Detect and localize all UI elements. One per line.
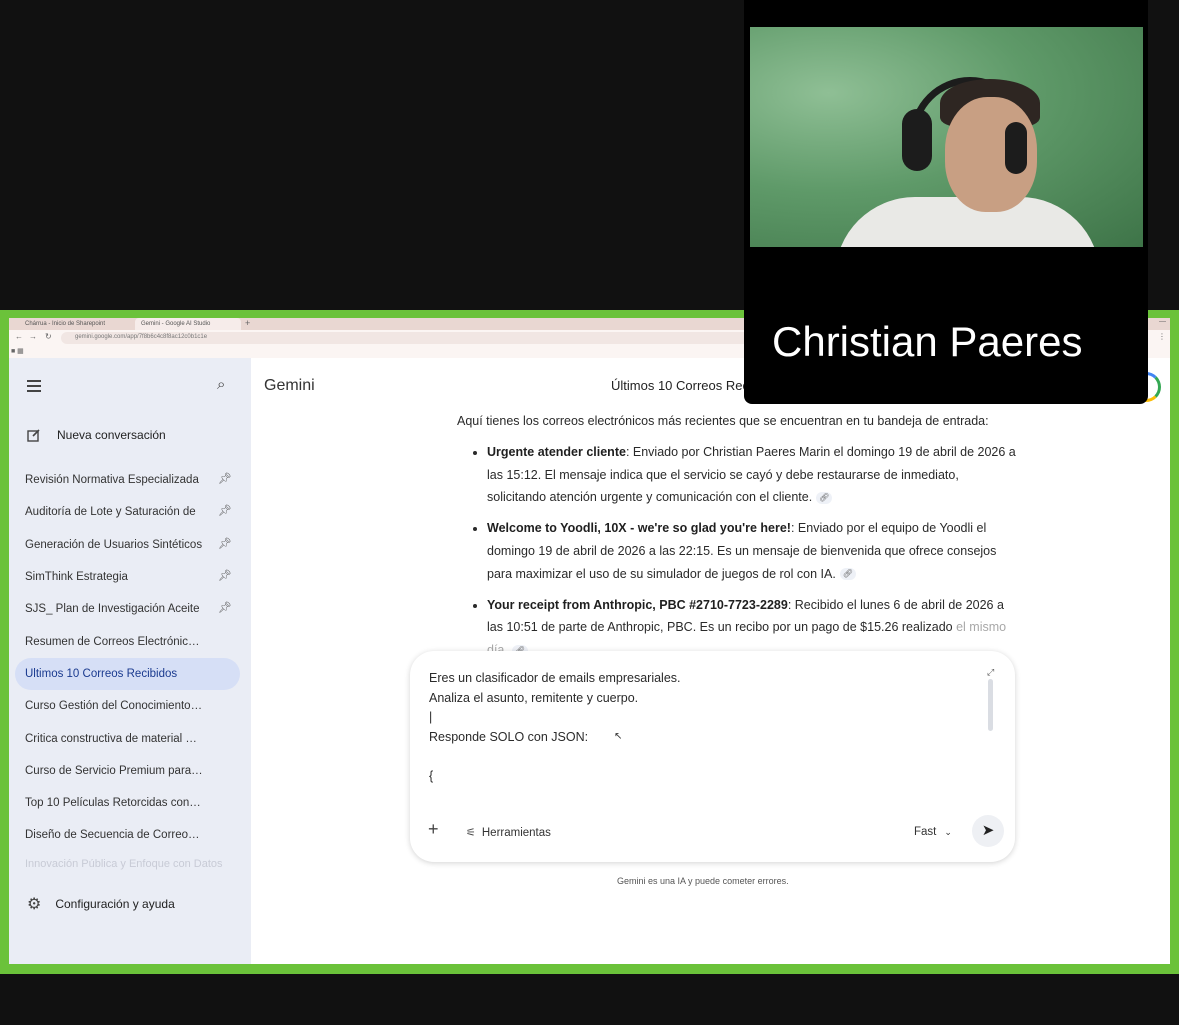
sidebar-item-faded[interactable]: Innovación Pública y Enfoque con Datos bbox=[25, 858, 223, 870]
browser-menu-icon[interactable]: ⋮ bbox=[1158, 332, 1166, 341]
sidebar-item-label: Curso de Servicio Premium para Peluquerí… bbox=[25, 764, 203, 777]
sidebar-item-label: Revisión Normativa Especializada bbox=[25, 474, 199, 487]
settings-button[interactable]: ⚙ Configuración y ayuda bbox=[27, 894, 175, 914]
prompt-composer: Eres un clasificador de emails empresari… bbox=[410, 651, 1015, 862]
browser-window: Chárrua - Inicio de Sharepoint Gemini - … bbox=[9, 318, 1170, 964]
sidebar-item-label: SJS_ Plan de Investigación Aceite bbox=[25, 603, 200, 616]
sidebar-item-label: Curso Gestión del Conocimiento IUSH bbox=[25, 700, 203, 713]
back-icon[interactable]: ← bbox=[15, 332, 23, 341]
email-subject: Your receipt from Anthropic, PBC #2710-7… bbox=[487, 597, 788, 612]
sidebar-item-ultimos-correos[interactable]: Últimos 10 Correos Recibidos bbox=[15, 657, 240, 691]
reload-icon[interactable]: ↻ bbox=[45, 332, 52, 341]
sidebar-item-label: Últimos 10 Correos Recibidos bbox=[25, 667, 178, 680]
sidebar-item-label: Auditoría de Lote y Saturación de bbox=[25, 506, 196, 519]
conversation-list: Revisión Normativa Especializada 📌︎ Audit… bbox=[15, 464, 240, 852]
participant-video bbox=[750, 27, 1143, 247]
sidebar-item-label: Top 10 Películas Retorcidas con Giros bbox=[25, 797, 203, 810]
headset-right-icon bbox=[1005, 122, 1027, 174]
model-response: Aquí tienes los correos electrónicos más… bbox=[457, 410, 1017, 670]
gear-icon: ⚙ bbox=[27, 896, 42, 913]
sidebar-item-revision-normativa[interactable]: Revisión Normativa Especializada 📌︎ bbox=[15, 464, 240, 496]
new-chat-button[interactable]: Nueva conversación bbox=[27, 428, 166, 442]
new-tab-icon[interactable]: + bbox=[245, 318, 250, 328]
pin-icon: 📌︎ bbox=[218, 569, 232, 582]
sidebar-item-sjs-plan[interactable]: SJS_ Plan de Investigación Aceite 📌︎ bbox=[15, 593, 240, 625]
sidebar-item-servicio-premium[interactable]: Curso de Servicio Premium para Peluquerí… bbox=[15, 755, 240, 787]
sidebar-item-label: Diseño de Secuencia de Correos Comercial… bbox=[25, 829, 203, 842]
tools-icon: ⚟ bbox=[466, 827, 476, 839]
gemini-app: ⌕ Nueva conversación Revisión Normativa … bbox=[9, 358, 1170, 964]
email-subject: Urgente atender cliente bbox=[487, 444, 626, 459]
list-item: Urgente atender cliente: Enviado por Chr… bbox=[487, 441, 1017, 509]
window-minimize-icon[interactable]: — bbox=[1159, 318, 1166, 325]
sidebar-item-simthink[interactable]: SimThink Estrategia 📌︎ bbox=[15, 561, 240, 593]
sidebar-item-label: Critica constructiva de material de curs… bbox=[25, 732, 203, 745]
tools-label: Herramientas bbox=[481, 826, 551, 839]
sidebar-item-curso-gestion[interactable]: Curso Gestión del Conocimiento IUSH bbox=[15, 690, 240, 722]
model-label: Fast bbox=[914, 826, 937, 838]
mouse-pointer-icon: ↖ bbox=[614, 731, 623, 742]
edit-icon bbox=[27, 428, 41, 442]
browser-tab-2[interactable]: Gemini - Google AI Studio bbox=[135, 318, 241, 330]
link-icon[interactable]: 🔗︎ bbox=[816, 492, 833, 505]
tools-button[interactable]: ⚟ Herramientas bbox=[466, 826, 551, 840]
email-subject: Welcome to Yoodli, 10X - we're so glad y… bbox=[487, 521, 791, 536]
model-selector[interactable]: Fast ⌄ bbox=[914, 826, 952, 838]
chat-main: Gemini Últimos 10 Correos Recibidos Aquí… bbox=[251, 358, 1170, 964]
sidebar-item-resumen-correos[interactable]: Resumen de Correos Electrónicos Reciente… bbox=[15, 625, 240, 657]
browser-tab-1[interactable]: Chárrua - Inicio de Sharepoint bbox=[19, 318, 131, 330]
search-icon[interactable]: ⌕ bbox=[217, 376, 225, 393]
sidebar-item-secuencia-correos[interactable]: Diseño de Secuencia de Correos Comercial… bbox=[15, 819, 240, 851]
sidebar: ⌕ Nueva conversación Revisión Normativa … bbox=[9, 358, 251, 964]
sidebar-item-label: Resumen de Correos Electrónicos Reciente… bbox=[25, 635, 203, 648]
pin-icon: 📌︎ bbox=[218, 602, 232, 615]
list-item: Welcome to Yoodli, 10X - we're so glad y… bbox=[487, 517, 1017, 585]
composer-scrollbar[interactable] bbox=[988, 679, 993, 731]
apps-icon[interactable]: ■ ▦ bbox=[11, 348, 24, 355]
forward-icon[interactable]: → bbox=[29, 332, 37, 341]
pin-icon: 📌︎ bbox=[218, 473, 232, 485]
chevron-down-icon: ⌄ bbox=[944, 827, 952, 837]
sidebar-item-label: SimThink Estrategia bbox=[25, 571, 128, 584]
meeting-view: Chárrua - Inicio de Sharepoint Gemini - … bbox=[0, 0, 1179, 1025]
participant-video-tile[interactable]: Christian Paeres bbox=[744, 0, 1148, 404]
participant-name: Christian Paeres bbox=[772, 318, 1083, 365]
sidebar-item-label: Generación de Usuarios Sintéticos bbox=[25, 538, 203, 551]
headset-left-icon bbox=[902, 109, 932, 171]
sidebar-item-auditoria-lote[interactable]: Auditoría de Lote y Saturación de 📌︎ bbox=[15, 496, 240, 528]
pin-icon: 📌︎ bbox=[218, 505, 232, 518]
shared-screen: Chárrua - Inicio de Sharepoint Gemini - … bbox=[0, 310, 1179, 974]
link-icon[interactable]: 🔗︎ bbox=[839, 568, 856, 581]
prompt-input[interactable]: Eres un clasificador de emails empresari… bbox=[429, 669, 989, 786]
app-brand: Gemini bbox=[264, 377, 315, 394]
add-icon[interactable]: + bbox=[428, 819, 439, 840]
settings-label: Configuración y ayuda bbox=[55, 897, 175, 911]
sidebar-item-critica-constructiva[interactable]: Critica constructiva de material de curs… bbox=[15, 722, 240, 754]
menu-icon[interactable] bbox=[27, 380, 41, 392]
send-button[interactable]: ➤ bbox=[972, 815, 1004, 847]
sidebar-item-generacion-usuarios[interactable]: Generación de Usuarios Sintéticos 📌︎ bbox=[15, 529, 240, 561]
email-list: Urgente atender cliente: Enviado por Chr… bbox=[457, 441, 1017, 662]
response-intro: Aquí tienes los correos electrónicos más… bbox=[457, 414, 989, 428]
expand-icon[interactable]: ⤢ bbox=[987, 667, 994, 678]
sidebar-item-top-peliculas[interactable]: Top 10 Películas Retorcidas con Giros bbox=[15, 787, 240, 819]
new-chat-label: Nueva conversación bbox=[57, 428, 166, 442]
disclaimer: Gemini es una IA y puede cometer errores… bbox=[617, 876, 789, 886]
pin-icon: 📌︎ bbox=[218, 537, 232, 550]
